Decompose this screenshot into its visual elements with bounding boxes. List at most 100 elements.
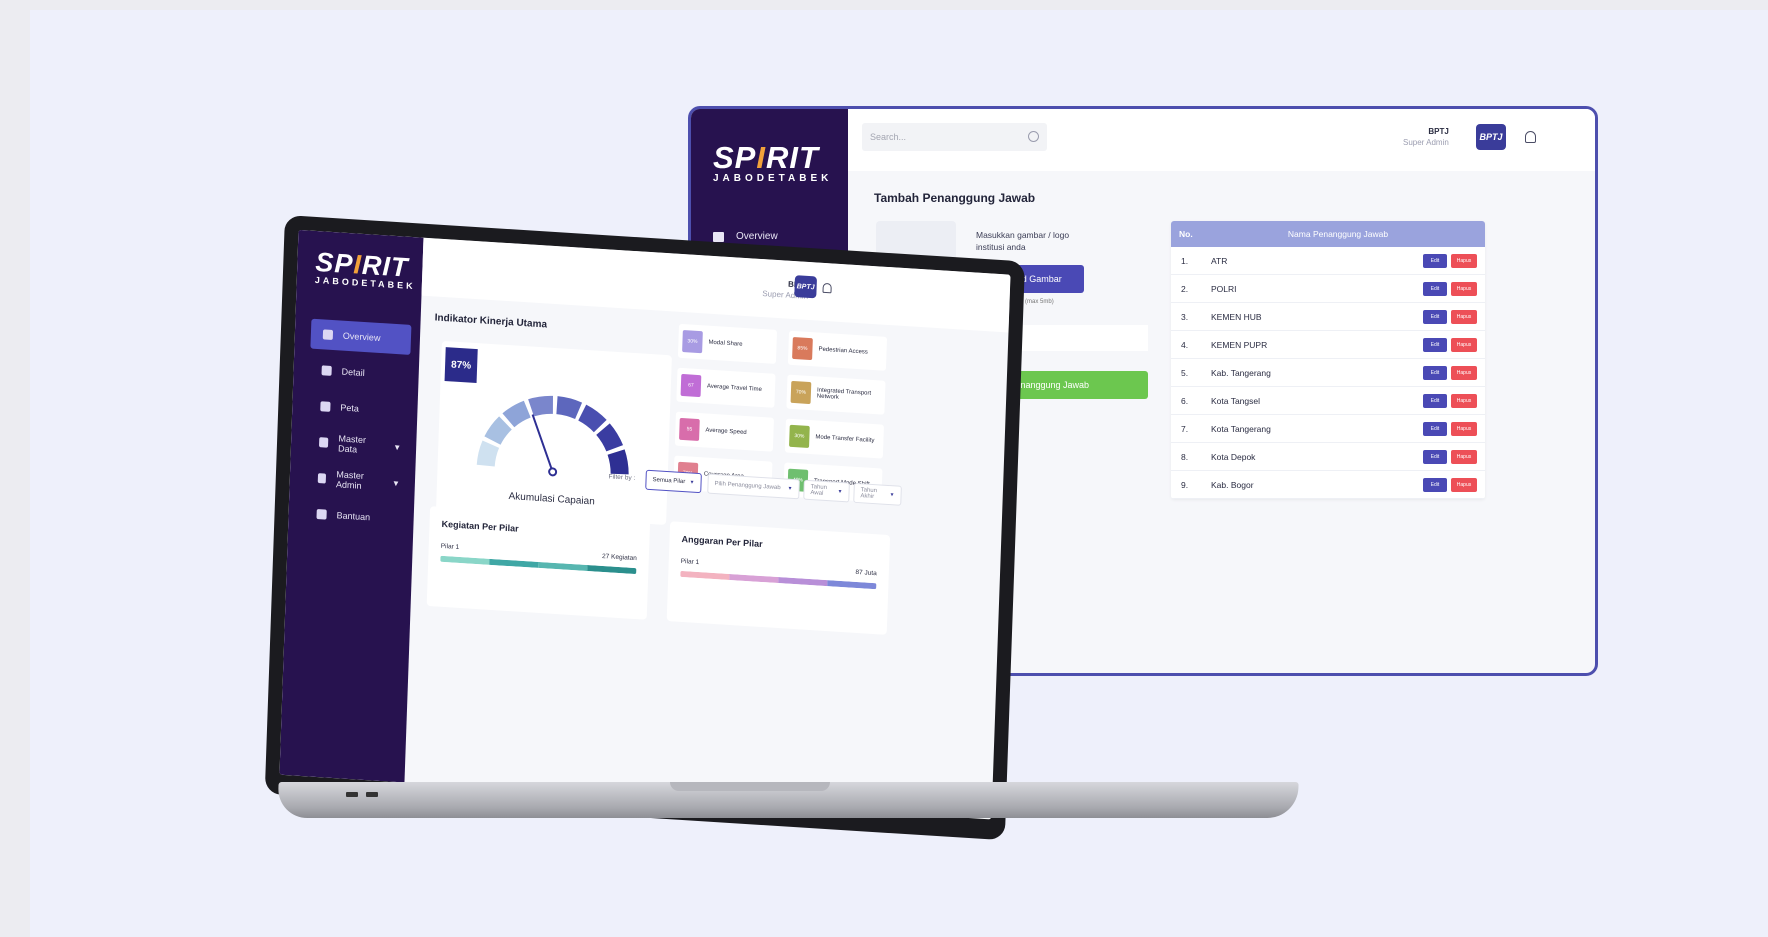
gauge-card: 87% Akumulasi Capaian <box>436 340 672 525</box>
edit-button[interactable]: Edit <box>1423 337 1447 352</box>
edit-button[interactable]: Edit <box>1423 449 1447 464</box>
sidebar-item-label: Overview <box>342 330 381 343</box>
filter-select-value: Pilih Penanggung Jawab <box>714 481 781 492</box>
table-row: 1. ATR Edit Hapus <box>1171 247 1485 275</box>
sidebar-item-overview[interactable]: Overview <box>713 231 778 242</box>
edit-button[interactable]: Edit <box>1423 477 1447 492</box>
sidebar-item-master-data[interactable]: Master Data ▼ <box>307 426 408 462</box>
search-input[interactable]: Search... <box>862 123 1047 151</box>
gauge-segment <box>556 396 583 420</box>
table-row: 6. Kota Tangsel Edit Hapus <box>1171 387 1485 415</box>
sidebar-item-master-admin[interactable]: Master Admin ▼ <box>305 462 406 498</box>
delete-button[interactable]: Hapus <box>1451 365 1477 380</box>
delete-button[interactable]: Hapus <box>1451 477 1477 492</box>
database-icon <box>318 437 329 448</box>
sidebar-item-label: Peta <box>340 402 360 414</box>
indicator-card: 30% Mode Transfer Facility <box>784 418 884 459</box>
column-header-no: No. <box>1179 229 1193 239</box>
delete-button[interactable]: Hapus <box>1451 337 1477 352</box>
pillar-label: Pilar 1 <box>680 557 700 567</box>
sidebar-item-bantuan[interactable]: Bantuan <box>304 498 405 534</box>
table-row: 4. KEMEN PUPR Edit Hapus <box>1171 331 1485 359</box>
delete-button[interactable]: Hapus <box>1451 253 1477 268</box>
edit-button[interactable]: Edit <box>1423 253 1447 268</box>
sidebar-item-label: Overview <box>736 231 778 242</box>
gauge-segment <box>502 400 531 428</box>
sidebar-item-detail[interactable]: Detail <box>309 355 410 391</box>
sidebar-item-peta[interactable]: Peta <box>308 391 409 427</box>
bar-segment <box>440 555 490 565</box>
presentation-icon <box>322 329 334 341</box>
row-name: KEMEN PUPR <box>1211 339 1268 350</box>
edit-button[interactable]: Edit <box>1423 309 1447 324</box>
avatar-text: BPTJ <box>1479 132 1503 142</box>
bar-segment <box>729 573 779 584</box>
delete-button[interactable]: Hapus <box>1451 281 1477 296</box>
column-header-name: Nama Penanggung Jawab <box>1287 229 1389 239</box>
gauge-pivot <box>548 467 558 477</box>
indicator-card: 55 Average Speed <box>674 411 774 452</box>
main-content: BPTJ Super Admin BPTJ Indikator Kinerja … <box>404 237 1011 820</box>
filter-select[interactable]: Tahun Akhir ▼ <box>853 482 902 506</box>
filter-select[interactable]: Tahun Awal ▼ <box>803 479 850 503</box>
indicator-card: 67 Average Travel Time <box>676 367 776 408</box>
sidebar-item-label: Master Admin <box>335 469 365 491</box>
pillar-value: 27 Kegiatan <box>601 552 637 563</box>
row-name: Kota Tangerang <box>1211 423 1271 434</box>
sidebar-item-label: Detail <box>341 366 365 379</box>
edit-button[interactable]: Edit <box>1423 393 1447 408</box>
pillar-value: 87 Juta <box>855 568 877 578</box>
delete-button[interactable]: Hapus <box>1451 421 1477 436</box>
chevron-down-icon: ▼ <box>837 488 843 496</box>
indicator-label: Modal Share <box>708 339 743 348</box>
indicator-label: Average Speed <box>705 427 747 437</box>
row-name: POLRI <box>1211 283 1237 294</box>
top-bar: Search... BPTJ Super Admin BPTJ <box>848 109 1595 171</box>
table-row: 3. KEMEN HUB Edit Hapus <box>1171 303 1485 331</box>
bell-icon[interactable] <box>822 282 832 294</box>
document-icon <box>321 365 332 376</box>
row-number: 1. <box>1181 255 1189 266</box>
sidebar-item-overview[interactable]: Overview <box>310 318 412 355</box>
gauge-segment <box>484 416 512 445</box>
indicator-card: 30% Modal Share <box>677 323 778 364</box>
user-role: Super Admin <box>1403 138 1449 147</box>
edit-button[interactable]: Edit <box>1423 421 1447 436</box>
delete-button[interactable]: Hapus <box>1451 393 1477 408</box>
indicator-label: Mode Transfer Facility <box>815 434 875 445</box>
indicator-value: 30% <box>682 330 703 354</box>
dashboard: SPIRIT JABODETABEK Overview Detail Peta Mas… <box>279 229 1011 820</box>
avatar[interactable]: BPTJ <box>794 275 818 299</box>
sidebar-item-label: Bantuan <box>336 510 371 523</box>
chevron-down-icon: ▼ <box>689 479 695 486</box>
row-name: Kab. Bogor <box>1211 479 1254 490</box>
gauge-segment <box>607 449 629 475</box>
users-icon <box>317 473 327 484</box>
indicator-value: 30% <box>789 424 810 448</box>
avatar[interactable]: BPTJ <box>1476 124 1506 150</box>
section-title: Indikator Kinerja Utama <box>434 312 548 331</box>
upload-hint: Masukkan gambar / logo institusi anda <box>976 230 1070 252</box>
chevron-down-icon: ▼ <box>787 485 793 492</box>
table-row: 2. POLRI Edit Hapus <box>1171 275 1485 303</box>
delete-button[interactable]: Hapus <box>1451 309 1477 324</box>
search-placeholder: Search... <box>870 132 907 142</box>
filter-select-value: Tahun Akhir <box>860 487 878 501</box>
table-header: No. Nama Penanggung Jawab <box>1171 221 1485 247</box>
chevron-down-icon: ▼ <box>391 478 401 488</box>
responsible-table: No. Nama Penanggung Jawab 1. ATR Edit Hapus… <box>1171 221 1485 499</box>
help-icon <box>316 509 327 520</box>
edit-button[interactable]: Edit <box>1423 281 1447 296</box>
map-icon <box>320 401 331 412</box>
filter-select[interactable]: Semua Pilar ▼ <box>645 469 702 494</box>
edit-button[interactable]: Edit <box>1423 365 1447 380</box>
gauge-segment <box>596 423 624 452</box>
delete-button[interactable]: Hapus <box>1451 449 1477 464</box>
row-number: 8. <box>1181 451 1189 462</box>
row-number: 3. <box>1181 311 1189 322</box>
brand-logo: SPIRIT JABODETABEK <box>314 246 416 292</box>
gauge-segment <box>578 404 607 433</box>
indicator-value: 85% <box>792 336 813 361</box>
bell-icon[interactable] <box>1525 131 1536 143</box>
sidebar: SPIRIT JABODETABEK Overview Detail Peta Mas… <box>279 229 424 783</box>
